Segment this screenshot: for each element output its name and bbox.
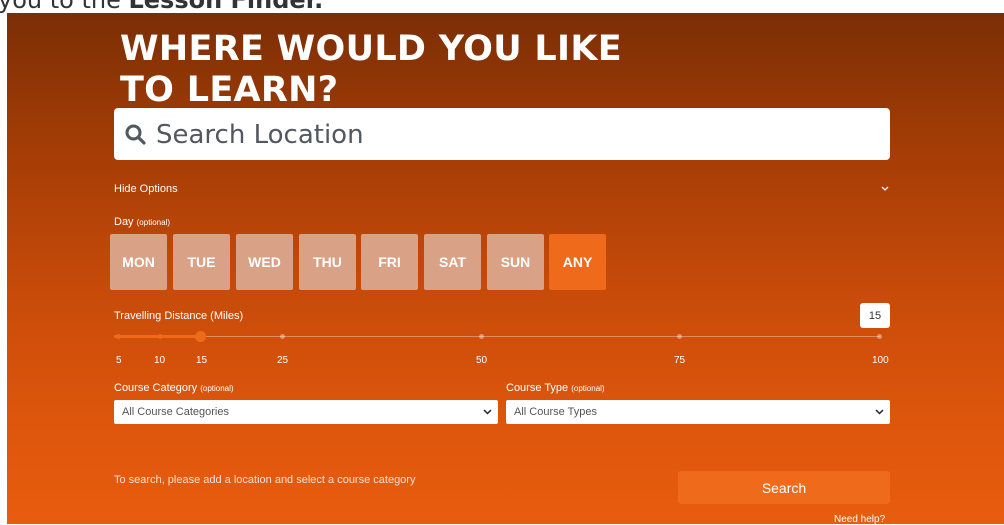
slider-handle[interactable] xyxy=(195,331,206,342)
title-line-1: WHERE WOULD YOU LIKE xyxy=(120,29,622,69)
course-type-label: Course Type (optional) xyxy=(506,382,605,394)
tick-label-25: 25 xyxy=(277,355,289,366)
day-button-any[interactable]: ANY xyxy=(549,234,606,290)
slider-tick-25 xyxy=(280,334,285,339)
page-title: WHERE WOULD YOU LIKE TO LEARN? xyxy=(120,29,622,111)
slider-tick-75 xyxy=(677,334,682,339)
need-help-link[interactable]: Need help? xyxy=(834,514,885,525)
location-search-box[interactable] xyxy=(114,108,890,160)
slider-fill xyxy=(114,335,200,338)
hide-options-toggle[interactable]: Hide Options xyxy=(114,183,178,195)
day-button-fri[interactable]: FRI xyxy=(361,234,418,290)
tick-label-100: 100 xyxy=(872,355,889,366)
chevron-down-icon[interactable] xyxy=(880,185,890,193)
course-category-label-text: Course Category xyxy=(114,382,198,394)
chevron-down-icon xyxy=(875,409,884,415)
day-label: Day (optional) xyxy=(114,216,170,228)
search-hint: To search, please add a location and sel… xyxy=(114,474,416,486)
course-type-select[interactable]: All Course Types xyxy=(506,400,890,424)
day-button-sun[interactable]: SUN xyxy=(487,234,544,290)
slider-tick-10 xyxy=(158,334,163,339)
slider-tick-100 xyxy=(877,334,882,339)
course-type-label-text: Course Type xyxy=(506,382,569,394)
day-button-thu[interactable]: THU xyxy=(299,234,356,290)
day-button-sat[interactable]: SAT xyxy=(424,234,481,290)
day-button-mon[interactable]: MON xyxy=(110,234,167,290)
day-optional-text: (optional) xyxy=(136,218,170,227)
intro-bold: Lesson Finder. xyxy=(128,0,323,13)
day-label-text: Day xyxy=(114,216,134,228)
course-category-select[interactable]: All Course Categories xyxy=(114,400,498,424)
search-button[interactable]: Search xyxy=(678,471,890,504)
tick-label-15: 15 xyxy=(196,355,208,366)
course-category-selected: All Course Categories xyxy=(122,406,229,418)
location-search-input[interactable] xyxy=(154,114,878,156)
course-type-selected: All Course Types xyxy=(514,406,597,418)
slider-tick-50 xyxy=(479,334,484,339)
distance-value-box[interactable]: 15 xyxy=(860,303,890,328)
tick-label-10: 10 xyxy=(154,355,166,366)
tick-label-50: 50 xyxy=(476,355,488,366)
tick-label-5: 5 xyxy=(116,355,122,366)
course-category-optional-text: (optional) xyxy=(200,384,234,393)
chevron-down-icon xyxy=(483,409,492,415)
intro-text-strip: you to the Lesson Finder. xyxy=(0,0,1004,13)
tick-label-75: 75 xyxy=(674,355,686,366)
day-button-tue[interactable]: TUE xyxy=(173,234,230,290)
distance-slider[interactable] xyxy=(114,330,890,344)
day-button-wed[interactable]: WED xyxy=(236,234,293,290)
title-line-2: TO LEARN? xyxy=(120,70,339,110)
course-type-optional-text: (optional) xyxy=(571,384,605,393)
slider-track xyxy=(114,336,880,337)
slider-tick-5 xyxy=(116,334,121,339)
course-category-label: Course Category (optional) xyxy=(114,382,234,394)
distance-label: Travelling Distance (Miles) xyxy=(114,310,244,322)
search-icon xyxy=(125,124,146,145)
intro-text: you to the Lesson Finder. xyxy=(0,0,323,13)
